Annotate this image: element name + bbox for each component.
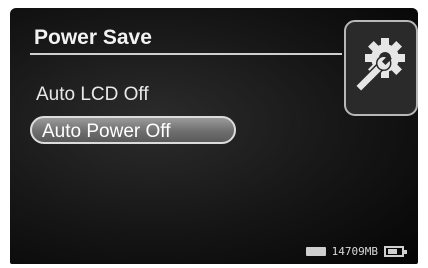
menu-item-auto-power-off[interactable]: Auto Power Off — [30, 116, 236, 144]
memory-card-icon — [305, 247, 326, 256]
battery-level-fill — [388, 249, 397, 254]
gear-wrench-icon — [354, 38, 405, 93]
storage-remaining: 14709MB — [331, 245, 378, 258]
status-bar: 14709MB — [305, 245, 407, 258]
settings-category-icon-box — [344, 20, 418, 116]
camera-screen: Power Save Auto LCD Off Auto Power Off 1… — [10, 8, 418, 264]
title-divider — [30, 53, 342, 55]
battery-icon — [384, 246, 407, 257]
menu-item-auto-lcd-off[interactable]: Auto LCD Off — [36, 84, 149, 106]
page-title: Power Save — [34, 26, 152, 49]
